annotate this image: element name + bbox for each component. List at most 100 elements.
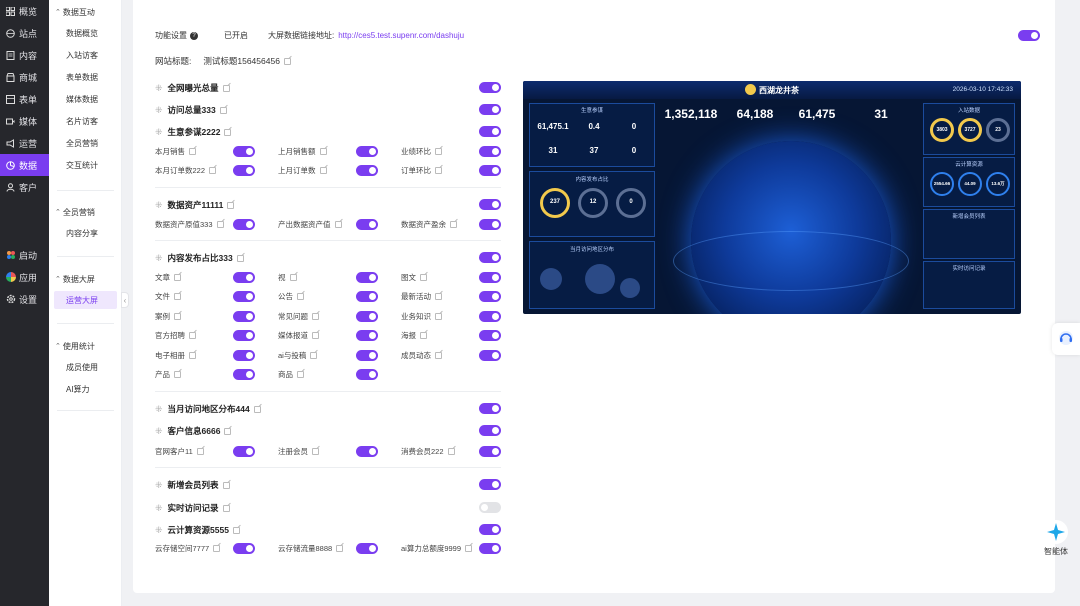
toggle-poster[interactable]	[479, 330, 501, 341]
toggle-new-members[interactable]	[479, 479, 501, 490]
nav-item-form[interactable]: 表单	[0, 88, 49, 110]
edit-icon[interactable]	[312, 448, 319, 455]
edit-icon[interactable]	[232, 526, 240, 534]
edit-icon[interactable]	[209, 167, 217, 174]
edit-icon[interactable]	[174, 274, 181, 281]
toggle-e-album[interactable]	[233, 350, 255, 361]
toggle-case[interactable]	[233, 311, 255, 322]
edit-icon[interactable]	[189, 332, 196, 339]
nav-item-customer[interactable]: 客户	[0, 176, 49, 198]
help-icon[interactable]: ?	[190, 31, 198, 40]
toggle-ai-quota[interactable]	[479, 543, 501, 554]
edit-icon[interactable]	[224, 128, 232, 136]
drag-handle-icon[interactable]: ⁜	[155, 503, 163, 514]
toggle-product[interactable]	[233, 369, 255, 380]
toggle-asset-output[interactable]	[356, 219, 378, 230]
edit-icon[interactable]	[222, 504, 230, 512]
edit-icon[interactable]	[227, 201, 235, 209]
nav-item-overview[interactable]: 概览	[0, 0, 49, 22]
edit-icon[interactable]	[435, 352, 442, 359]
submenu-item-visitors[interactable]: 入站访客	[49, 44, 122, 66]
toggle-month-sales[interactable]	[233, 146, 255, 157]
submenu-group-header[interactable]: ⌃ 使用统计	[49, 336, 122, 356]
submenu-item-data-overview[interactable]: 数据概览	[49, 22, 122, 44]
edit-icon[interactable]	[219, 106, 227, 114]
toggle-last-month-sales[interactable]	[356, 146, 378, 157]
edit-icon[interactable]	[435, 167, 442, 174]
edit-icon[interactable]	[222, 481, 230, 489]
edit-icon[interactable]	[213, 545, 221, 552]
edit-icon[interactable]	[435, 148, 442, 155]
submenu-group-header[interactable]: ⌃ 数据互动	[49, 2, 122, 22]
toggle-notice[interactable]	[356, 291, 378, 302]
toggle-article[interactable]	[233, 272, 255, 283]
drag-handle-icon[interactable]: ⁜	[155, 83, 163, 94]
toggle-file[interactable]	[233, 291, 255, 302]
drag-handle-icon[interactable]: ⁜	[155, 200, 163, 211]
toggle-business-knowledge[interactable]	[479, 311, 501, 322]
edit-icon[interactable]	[253, 405, 261, 413]
edit-icon[interactable]	[420, 274, 427, 281]
toggle-goods[interactable]	[356, 369, 378, 380]
toggle-exposure[interactable]	[479, 82, 501, 93]
edit-icon[interactable]	[224, 427, 232, 435]
toggle-cloud-storage[interactable]	[233, 543, 255, 554]
nav-item-shop[interactable]: 商城	[0, 66, 49, 88]
nav-item-launch[interactable]: 启动	[0, 244, 49, 266]
edit-icon[interactable]	[319, 148, 327, 155]
drag-handle-icon[interactable]: ⁜	[155, 426, 163, 437]
drag-handle-icon[interactable]: ⁜	[155, 404, 163, 415]
edit-icon[interactable]	[319, 167, 327, 174]
drag-handle-icon[interactable]: ⁜	[155, 127, 163, 138]
edit-icon[interactable]	[289, 274, 297, 281]
nav-item-operation[interactable]: 运营	[0, 132, 49, 154]
edit-icon[interactable]	[236, 254, 244, 262]
edit-icon[interactable]	[189, 352, 196, 359]
edit-icon[interactable]	[189, 148, 196, 155]
submenu-item-card-visitors[interactable]: 名片访客	[49, 110, 122, 132]
submenu-item-form-data[interactable]: 表单数据	[49, 66, 122, 88]
edit-icon[interactable]	[196, 448, 204, 455]
submenu-item-content-share[interactable]: 内容分享	[49, 222, 122, 244]
drag-handle-icon[interactable]: ⁜	[155, 525, 163, 536]
toggle-media-report[interactable]	[356, 330, 378, 341]
toggle-member-news[interactable]	[479, 350, 501, 361]
toggle-paying-members[interactable]	[479, 446, 501, 457]
toggle-asset-surplus[interactable]	[479, 219, 501, 230]
toggle-region-distribution[interactable]	[479, 403, 501, 414]
edit-icon[interactable]	[334, 221, 342, 228]
edit-icon[interactable]	[297, 371, 304, 378]
toggle-last-month-orders[interactable]	[356, 165, 378, 176]
toggle-month-orders[interactable]	[233, 165, 255, 176]
nav-item-settings[interactable]: 设置	[0, 288, 49, 310]
toggle-cloud-traffic[interactable]	[356, 543, 378, 554]
toggle-latest-activity[interactable]	[479, 291, 501, 302]
edit-icon[interactable]	[450, 221, 457, 228]
toggle-asset-original[interactable]	[233, 219, 255, 230]
edit-icon[interactable]	[174, 371, 181, 378]
toggle-image-text[interactable]	[479, 272, 501, 283]
dashboard-link[interactable]: http://ces5.test.supenr.com/dashuju	[338, 31, 464, 40]
submenu-item-interaction-stats[interactable]: 交互统计	[49, 154, 122, 176]
toggle-ai-submission[interactable]	[356, 350, 378, 361]
edit-icon[interactable]	[312, 332, 319, 339]
toggle-site-customers[interactable]	[233, 446, 255, 457]
toggle-realtime-visits[interactable]	[479, 502, 501, 513]
submenu-group-header[interactable]: ⌃ 全员营销	[49, 202, 122, 222]
submenu-item-ai-power[interactable]: AI算力	[49, 378, 122, 400]
toggle-recruitment[interactable]	[233, 330, 255, 341]
edit-icon[interactable]	[297, 293, 304, 300]
submenu-item-member-usage[interactable]: 成员使用	[49, 356, 122, 378]
submenu-group-header[interactable]: ⌃ 数据大屏	[49, 269, 122, 289]
drag-handle-icon[interactable]: ⁜	[155, 480, 163, 491]
edit-icon[interactable]	[312, 313, 319, 320]
toggle-visits[interactable]	[479, 104, 501, 115]
edit-icon[interactable]	[174, 313, 181, 320]
toggle-faq[interactable]	[356, 311, 378, 322]
toggle-cloud-resources[interactable]	[479, 524, 501, 535]
edit-icon[interactable]	[283, 57, 291, 65]
edit-icon[interactable]	[336, 545, 344, 552]
submenu-item-marketing[interactable]: 全员营销	[49, 132, 122, 154]
toggle-order-ratio[interactable]	[479, 165, 501, 176]
agent-widget[interactable]: 智能体	[1040, 520, 1072, 557]
